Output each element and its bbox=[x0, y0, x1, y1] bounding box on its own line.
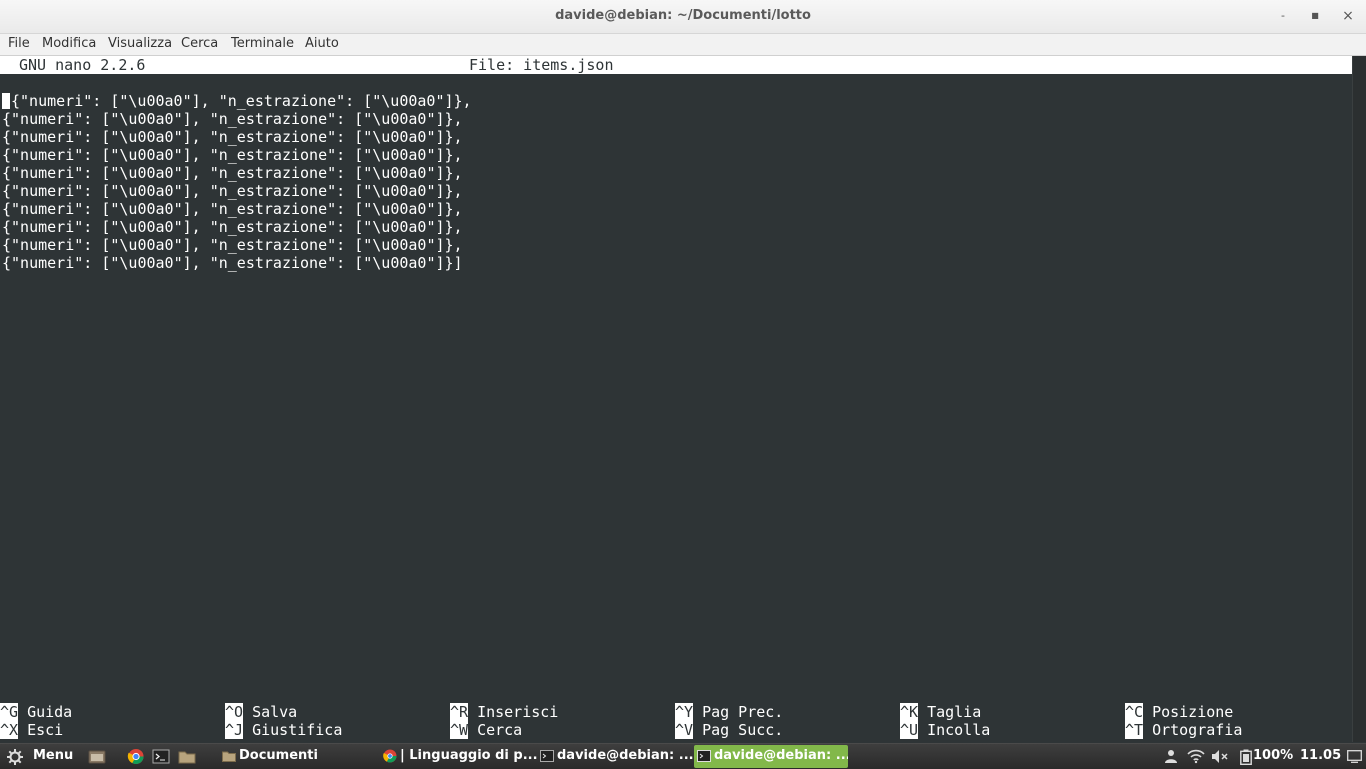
text-cursor bbox=[2, 93, 10, 109]
shortcut-key: ^O bbox=[225, 703, 244, 721]
nano-version: GNU nano 2.2.6 bbox=[19, 56, 146, 74]
shortcut-key: ^K bbox=[900, 703, 919, 721]
menu-visualizza[interactable]: Visualizza bbox=[108, 36, 172, 51]
volume-mute-icon[interactable] bbox=[1211, 749, 1229, 764]
menu-file[interactable]: File bbox=[8, 36, 30, 51]
shortcut-incolla: ^U Incolla bbox=[900, 721, 990, 739]
close-button[interactable]: × bbox=[1340, 8, 1356, 24]
editor-line: {"numeri": ["\u00a0"], "n_estrazione": [… bbox=[2, 164, 463, 182]
battery-icon[interactable] bbox=[1240, 749, 1252, 765]
editor-line: {"numeri": ["\u00a0"], "n_estrazione": [… bbox=[2, 92, 472, 110]
menu-aiuto[interactable]: Aiuto bbox=[305, 36, 339, 51]
shortcut-taglia: ^K Taglia bbox=[900, 703, 981, 721]
taskbar-window-label: Documenti bbox=[239, 748, 318, 763]
shortcut-key: ^T bbox=[1125, 721, 1144, 739]
menu-label: Menu bbox=[33, 748, 74, 763]
nano-title-bar: GNU nano 2.2.6 File: items.json bbox=[0, 56, 1352, 74]
shortcut-key: ^C bbox=[1125, 703, 1144, 721]
editor-line: {"numeri": ["\u00a0"], "n_estrazione": [… bbox=[2, 254, 463, 272]
taskbar-window-documenti[interactable]: Documenti bbox=[219, 745, 389, 768]
nano-filename: File: items.json bbox=[469, 56, 614, 74]
shortcut-key: ^W bbox=[450, 721, 469, 739]
shortcut-posizione: ^C Posizione bbox=[1125, 703, 1233, 721]
menu-cerca[interactable]: Cerca bbox=[181, 36, 218, 51]
editor-line: {"numeri": ["\u00a0"], "n_estrazione": [… bbox=[2, 182, 463, 200]
menu-bar: File Modifica Visualizza Cerca Terminale… bbox=[0, 34, 1366, 56]
editor-line: {"numeri": ["\u00a0"], "n_estrazione": [… bbox=[2, 200, 463, 218]
shortcut-label: Taglia bbox=[927, 703, 982, 721]
editor-line: {"numeri": ["\u00a0"], "n_estrazione": [… bbox=[2, 218, 463, 236]
shortcut-pag-succ: ^V Pag Succ. bbox=[675, 721, 783, 739]
terminal-icon bbox=[540, 750, 554, 762]
shortcut-label: Esci bbox=[27, 721, 64, 739]
shortcut-key: ^V bbox=[675, 721, 694, 739]
shortcut-key: ^U bbox=[900, 721, 919, 739]
shortcut-guida: ^G Guida bbox=[0, 703, 72, 721]
file-manager-icon[interactable] bbox=[88, 748, 106, 765]
shortcut-label: Pag Succ. bbox=[702, 721, 784, 739]
shortcut-salva: ^O Salva bbox=[225, 703, 297, 721]
taskbar-window-label: davide@debian: ... bbox=[714, 748, 848, 763]
shortcut-key: ^X bbox=[0, 721, 19, 739]
terminal-area[interactable]: GNU nano 2.2.6 File: items.json {"numeri… bbox=[0, 56, 1352, 742]
taskbar-window-terminal-1[interactable]: davide@debian: ... bbox=[537, 745, 707, 768]
shortcut-key: ^Y bbox=[675, 703, 694, 721]
maximize-button[interactable]: ■ bbox=[1307, 8, 1323, 24]
editor-line: {"numeri": ["\u00a0"], "n_estrazione": [… bbox=[2, 128, 463, 146]
taskbar-window-label: | Linguaggio di p... bbox=[400, 748, 538, 763]
terminal-icon[interactable] bbox=[152, 748, 170, 765]
editor-line: {"numeri": ["\u00a0"], "n_estrazione": [… bbox=[2, 146, 463, 164]
terminal-scrollbar[interactable] bbox=[1352, 56, 1366, 742]
chrome-icon[interactable] bbox=[127, 748, 145, 765]
menu-modifica[interactable]: Modifica bbox=[42, 36, 96, 51]
shortcut-label: Posizione bbox=[1152, 703, 1234, 721]
shortcut-label: Giustifica bbox=[252, 721, 343, 739]
editor-line: {"numeri": ["\u00a0"], "n_estrazione": [… bbox=[2, 236, 463, 254]
shortcut-giustifica: ^J Giustifica bbox=[225, 721, 342, 739]
taskbar-window-label: davide@debian: ... bbox=[557, 748, 694, 763]
shortcut-pag-prec: ^Y Pag Prec. bbox=[675, 703, 783, 721]
clock[interactable]: 11.05 bbox=[1300, 744, 1341, 769]
editor-content[interactable]: {"numeri": ["\u00a0"], "n_estrazione": [… bbox=[2, 92, 472, 272]
shortcut-esci: ^X Esci bbox=[0, 721, 63, 739]
terminal-icon bbox=[697, 750, 711, 762]
minimize-button[interactable]: - bbox=[1275, 8, 1291, 24]
shortcut-cerca: ^W Cerca bbox=[450, 721, 522, 739]
gear-icon bbox=[7, 749, 23, 765]
shortcut-label: Incolla bbox=[927, 721, 991, 739]
shortcut-key: ^J bbox=[225, 721, 244, 739]
shortcut-key: ^G bbox=[0, 703, 19, 721]
user-icon[interactable] bbox=[1164, 749, 1178, 764]
show-desktop-icon[interactable] bbox=[1347, 750, 1362, 763]
shortcut-label: Inserisci bbox=[477, 703, 559, 721]
folder-icon bbox=[222, 751, 236, 762]
shortcut-label: Guida bbox=[27, 703, 73, 721]
menu-terminale[interactable]: Terminale bbox=[231, 36, 294, 51]
shortcut-label: Pag Prec. bbox=[702, 703, 784, 721]
shortcut-ortografia: ^T Ortografia bbox=[1125, 721, 1242, 739]
battery-percent: 100% bbox=[1253, 748, 1294, 763]
shortcut-inserisci: ^R Inserisci bbox=[450, 703, 558, 721]
taskbar: Menu Documenti | Linguaggio di p... davi… bbox=[0, 743, 1366, 769]
chrome-icon bbox=[383, 749, 397, 763]
window-title: davide@debian: ~/Documenti/lotto bbox=[555, 8, 811, 23]
window-titlebar[interactable]: davide@debian: ~/Documenti/lotto - ■ × bbox=[0, 0, 1366, 34]
shortcut-label: Cerca bbox=[477, 721, 523, 739]
taskbar-window-chrome[interactable]: | Linguaggio di p... bbox=[380, 745, 550, 768]
taskbar-window-terminal-active[interactable]: davide@debian: ... bbox=[694, 745, 848, 768]
editor-line: {"numeri": ["\u00a0"], "n_estrazione": [… bbox=[2, 110, 463, 128]
wifi-icon[interactable] bbox=[1187, 749, 1205, 764]
folder-icon[interactable] bbox=[178, 748, 196, 765]
shortcut-label: Salva bbox=[252, 703, 298, 721]
shortcut-label: Ortografia bbox=[1152, 721, 1243, 739]
shortcut-key: ^R bbox=[450, 703, 469, 721]
